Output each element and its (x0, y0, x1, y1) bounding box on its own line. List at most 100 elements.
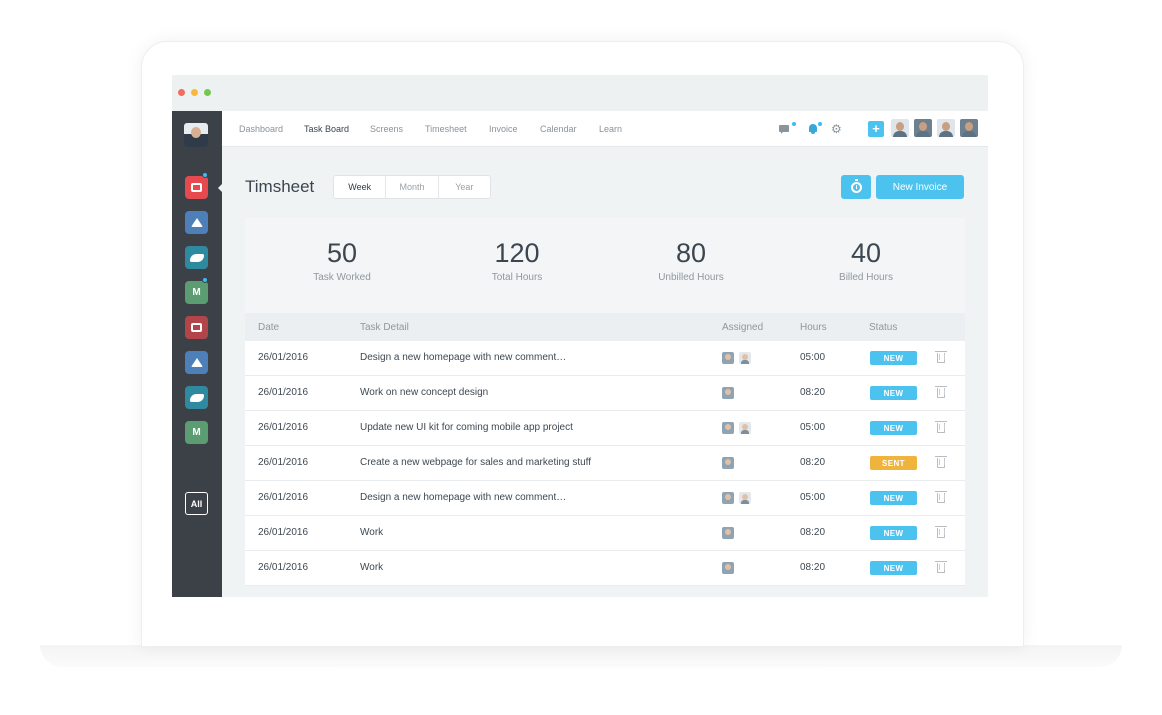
trash-icon[interactable] (935, 421, 947, 433)
maximize-window-button[interactable] (204, 89, 211, 96)
row-date: 26/01/2016 (258, 352, 309, 363)
stat-label: Billed Hours (839, 272, 893, 283)
row-task[interactable]: Create a new webpage for sales and marke… (360, 457, 591, 468)
trash-icon[interactable] (935, 491, 947, 503)
top-navigation: Dashboard Task Board Screens Timesheet I… (222, 111, 988, 147)
column-status[interactable]: Status (869, 322, 897, 333)
assignee-avatar[interactable] (722, 422, 734, 434)
table-row[interactable]: 26/01/2016 Design a new homepage with new… (245, 481, 965, 516)
nav-learn[interactable]: Learn (599, 124, 622, 134)
column-date[interactable]: Date (258, 322, 279, 333)
assignee-avatar[interactable] (739, 352, 751, 364)
table-row[interactable]: 26/01/2016 Create a new webpage for sales… (245, 446, 965, 481)
nav-screens[interactable]: Screens (370, 124, 403, 134)
row-task[interactable]: Work (360, 562, 383, 573)
trash-icon[interactable] (935, 351, 947, 363)
team-avatar[interactable] (891, 119, 909, 137)
segment-week[interactable]: Week (334, 176, 387, 198)
row-hours: 08:20 (800, 562, 826, 573)
stat-value: 120 (494, 238, 540, 268)
row-date: 26/01/2016 (258, 422, 309, 433)
column-hours[interactable]: Hours (800, 322, 827, 333)
row-hours: 08:20 (800, 457, 826, 468)
column-assigned[interactable]: Assigned (722, 322, 763, 333)
row-hours: 05:00 (800, 422, 826, 433)
pelican-icon (189, 393, 204, 402)
assignee-avatar[interactable] (722, 352, 734, 364)
stat-value: 50 (326, 238, 358, 268)
chat-badge (792, 122, 796, 126)
nav-calendar[interactable]: Calendar (540, 124, 577, 134)
sidebar-app-dropbox[interactable] (185, 211, 208, 234)
stopwatch-icon (850, 181, 862, 193)
app-sidebar: M M All (172, 111, 222, 597)
sidebar-app-pelican-2[interactable] (185, 386, 208, 409)
row-task[interactable]: Design a new homepage with new comment… (360, 492, 566, 503)
row-date: 26/01/2016 (258, 387, 309, 398)
nav-task-board[interactable]: Task Board (304, 124, 349, 134)
trash-icon[interactable] (935, 456, 947, 468)
all-apps-button[interactable]: All (185, 492, 208, 515)
segment-year[interactable]: Year (439, 176, 490, 198)
assignee-avatar[interactable] (722, 387, 734, 399)
team-avatar[interactable] (937, 119, 955, 137)
profile-avatar[interactable] (184, 123, 208, 147)
add-button[interactable]: + (868, 121, 884, 137)
chat-icon[interactable] (779, 123, 791, 135)
trash-icon[interactable] (935, 526, 947, 538)
assignee-avatar[interactable] (739, 492, 751, 504)
sidebar-app-m-2[interactable]: M (185, 421, 208, 444)
table-row[interactable]: 26/01/2016 Update new UI kit for coming m… (245, 411, 965, 446)
sidebar-app-m[interactable]: M (185, 281, 208, 304)
page-title: Timsheet (245, 177, 315, 196)
table-row[interactable]: 26/01/2016 Work 08:20 NEW (245, 516, 965, 551)
row-task[interactable]: Work on new concept design (360, 387, 488, 398)
nav-invoice[interactable]: Invoice (489, 124, 518, 134)
trash-icon[interactable] (935, 561, 947, 573)
row-date: 26/01/2016 (258, 492, 309, 503)
row-date: 26/01/2016 (258, 527, 309, 538)
sidebar-app-dropbox-2[interactable] (185, 351, 208, 374)
row-task[interactable]: Work (360, 527, 383, 538)
table-row[interactable]: 26/01/2016 Work on new concept design 08:2… (245, 376, 965, 411)
timer-button[interactable] (841, 175, 871, 199)
table-row[interactable]: 26/01/2016 Design a new homepage with new… (245, 341, 965, 376)
assignee-avatar[interactable] (722, 562, 734, 574)
team-avatar[interactable] (914, 119, 932, 137)
status-badge: NEW (870, 421, 917, 435)
row-date: 26/01/2016 (258, 457, 309, 468)
stat-value: 80 (675, 238, 707, 268)
sidebar-app-speaker-deck[interactable] (185, 176, 208, 199)
segment-month[interactable]: Month (386, 176, 439, 198)
table-row[interactable]: 26/01/2016 Work 08:20 NEW (245, 551, 965, 586)
column-task-detail[interactable]: Task Detail (360, 322, 409, 333)
status-badge: SENT (870, 456, 917, 470)
team-avatar[interactable] (960, 119, 978, 137)
speaker-deck-icon (191, 323, 202, 332)
row-hours: 05:00 (800, 492, 826, 503)
row-task[interactable]: Update new UI kit for coming mobile app … (360, 422, 573, 433)
nav-timesheet[interactable]: Timesheet (425, 124, 467, 134)
stat-label: Task Worked (313, 272, 371, 283)
close-window-button[interactable] (178, 89, 185, 96)
gear-icon[interactable]: ⚙ (831, 123, 843, 135)
stat-value: 40 (850, 238, 882, 268)
trash-icon[interactable] (935, 386, 947, 398)
dropbox-icon (190, 218, 203, 227)
new-invoice-button[interactable]: New Invoice (876, 175, 964, 199)
assignee-avatar[interactable] (722, 492, 734, 504)
nav-dashboard[interactable]: Dashboard (239, 124, 283, 134)
sidebar-app-speaker-deck-2[interactable] (185, 316, 208, 339)
window-titlebar (172, 75, 988, 111)
speaker-deck-icon (191, 183, 202, 192)
row-task[interactable]: Design a new homepage with new comment… (360, 352, 566, 363)
status-badge: NEW (870, 526, 917, 540)
assignee-avatar[interactable] (739, 422, 751, 434)
stats-panel: 50 Task Worked 120 Total Hours 80 Unbill… (245, 218, 965, 313)
sidebar-app-pelican[interactable] (185, 246, 208, 269)
assignee-avatar[interactable] (722, 527, 734, 539)
notification-dot (202, 172, 208, 178)
laptop-base (40, 645, 1122, 667)
minimize-window-button[interactable] (191, 89, 198, 96)
assignee-avatar[interactable] (722, 457, 734, 469)
